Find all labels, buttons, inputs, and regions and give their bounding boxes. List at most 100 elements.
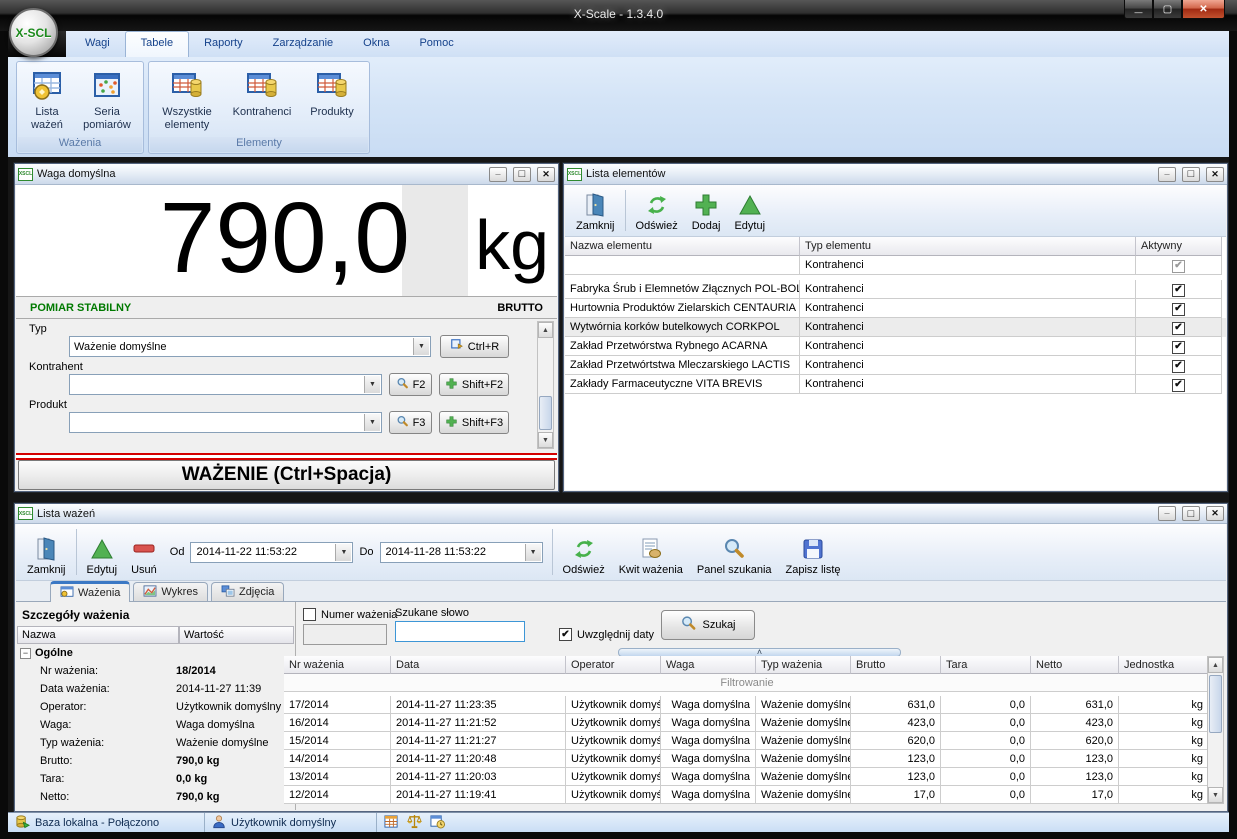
column-header[interactable]: Operator: [566, 656, 661, 674]
column-header[interactable]: Aktywny: [1136, 237, 1222, 256]
cell[interactable]: Ważenie domyślne: [756, 768, 851, 786]
weighings-window-titlebar[interactable]: XSCL Lista ważeń: [15, 504, 1227, 524]
filter-band[interactable]: Filtrowanie: [284, 674, 1210, 692]
column-header[interactable]: Jednostka: [1119, 656, 1209, 674]
column-header[interactable]: Tara: [941, 656, 1031, 674]
elements-window-titlebar[interactable]: XSCL Lista elementów: [564, 164, 1227, 185]
scroll-down-icon[interactable]: [1208, 787, 1223, 803]
filter-cell[interactable]: [1136, 256, 1222, 275]
table-row-selected[interactable]: Wytwórnia korków butelkowych CORKPOL Kon…: [565, 318, 1226, 337]
ribbon-tab-wagi[interactable]: Wagi: [70, 31, 125, 57]
cell[interactable]: kg: [1119, 696, 1209, 714]
checkbox-icon[interactable]: [1172, 341, 1185, 354]
scroll-up-icon[interactable]: [1208, 657, 1223, 673]
cell-type[interactable]: Kontrahenci: [800, 318, 1136, 337]
cell[interactable]: Waga domyślna: [661, 786, 756, 804]
cell[interactable]: 0,0: [941, 714, 1031, 732]
table-row[interactable]: 17/2014 2014-11-27 11:23:35 Użytkownik d…: [284, 696, 1210, 714]
checkbox-icon[interactable]: [1172, 360, 1185, 373]
checkbox-icon[interactable]: [1172, 322, 1185, 335]
chevron-down-icon[interactable]: [525, 544, 541, 561]
checkbox-icon[interactable]: [1172, 379, 1185, 392]
details-group-row[interactable]: Ogólne: [16, 644, 295, 662]
cell[interactable]: 620,0: [851, 732, 941, 750]
checkbox-icon[interactable]: [1172, 260, 1185, 273]
cell[interactable]: 2014-11-27 11:23:35: [391, 696, 566, 714]
include-dates-filter[interactable]: Uwzględnij daty: [559, 628, 654, 641]
cell[interactable]: Ważenie domyślne: [756, 786, 851, 804]
cell[interactable]: Ważenie domyślne: [756, 750, 851, 768]
minimize-button[interactable]: [1124, 0, 1153, 19]
close-button[interactable]: [537, 167, 555, 182]
cell[interactable]: Użytkownik domyśl: [566, 696, 661, 714]
scroll-up-icon[interactable]: [538, 322, 553, 338]
filter-cell[interactable]: [565, 256, 800, 275]
maximize-button[interactable]: [513, 167, 531, 182]
cell[interactable]: 631,0: [1031, 696, 1119, 714]
details-row[interactable]: Netto:790,0 kg: [16, 788, 295, 806]
ribbon-tab-tabele[interactable]: Tabele: [125, 31, 189, 57]
cell[interactable]: Waga domyślna: [661, 732, 756, 750]
column-header[interactable]: Typ elementu: [800, 237, 1136, 256]
cell[interactable]: 15/2014: [284, 732, 391, 750]
cell[interactable]: 13/2014: [284, 768, 391, 786]
close-button[interactable]: [1206, 167, 1224, 182]
cell-name[interactable]: Zakład Przetwórstwa Rybnego ACARNA: [565, 337, 800, 356]
number-input[interactable]: [303, 624, 387, 645]
ribbon-button-kontrahenci[interactable]: Kontrahenci: [223, 65, 301, 132]
details-row[interactable]: Operator:Użytkownik domyślny: [16, 698, 295, 716]
weigh-button[interactable]: WAŻENIE (Ctrl+Spacja): [18, 460, 555, 490]
cell-active[interactable]: [1136, 299, 1222, 318]
delete-button[interactable]: Usuń: [124, 526, 164, 578]
refresh-button[interactable]: Odśwież: [629, 187, 685, 234]
cell-name[interactable]: Zakład Przetwórtstwa Mleczarskiego LACTI…: [565, 356, 800, 375]
details-row[interactable]: Data ważenia:2014-11-27 11:39: [16, 680, 295, 698]
search-button[interactable]: Szukaj: [661, 610, 755, 640]
tab-wykres[interactable]: Wykres: [133, 582, 208, 601]
cell-type[interactable]: Kontrahenci: [800, 280, 1136, 299]
cell[interactable]: Ważenie domyślne: [756, 696, 851, 714]
close-list-button[interactable]: Zamknij: [20, 526, 73, 578]
cell[interactable]: 17/2014: [284, 696, 391, 714]
cell-name[interactable]: Hurtownia Produktów Zielarskich CENTAURI…: [565, 299, 800, 318]
cell[interactable]: 17,0: [851, 786, 941, 804]
produkt-combobox[interactable]: [69, 412, 382, 433]
table-row[interactable]: 12/2014 2014-11-27 11:19:41 Użytkownik d…: [284, 786, 1210, 804]
column-header[interactable]: Waga: [661, 656, 756, 674]
column-header[interactable]: Netto: [1031, 656, 1119, 674]
checkbox-icon[interactable]: [1172, 303, 1185, 316]
cell-type[interactable]: Kontrahenci: [800, 337, 1136, 356]
cell-name[interactable]: Fabryka Śrub i Elemnetów Złącznych POL-B…: [565, 280, 800, 299]
scale-icon[interactable]: [407, 814, 422, 832]
cell-active[interactable]: [1136, 280, 1222, 299]
chevron-down-icon[interactable]: [364, 414, 380, 431]
number-filter[interactable]: Numer ważenia: [303, 608, 397, 621]
cell[interactable]: 2014-11-27 11:21:52: [391, 714, 566, 732]
ribbon-button-wszystkie-elementy[interactable]: Wszystkie elementy: [151, 65, 223, 132]
table-clock-icon[interactable]: [430, 814, 445, 832]
column-header[interactable]: Brutto: [851, 656, 941, 674]
cell[interactable]: 423,0: [851, 714, 941, 732]
cell[interactable]: 16/2014: [284, 714, 391, 732]
cell[interactable]: Waga domyślna: [661, 750, 756, 768]
cell[interactable]: 14/2014: [284, 750, 391, 768]
cell[interactable]: Waga domyślna: [661, 768, 756, 786]
form-scrollbar[interactable]: [537, 321, 554, 449]
cell[interactable]: 423,0: [1031, 714, 1119, 732]
details-row[interactable]: Typ ważenia:Ważenie domyślne: [16, 734, 295, 752]
cell[interactable]: Ważenie domyślne: [756, 732, 851, 750]
ribbon-button-seria-pomiarow[interactable]: Seria pomiarów: [75, 65, 139, 132]
kontrahent-combobox[interactable]: [69, 374, 382, 395]
column-header[interactable]: Typ ważenia: [756, 656, 851, 674]
tab-zdjecia[interactable]: Zdjęcia: [211, 582, 284, 601]
edit-button[interactable]: Edytuj: [727, 187, 772, 234]
chevron-down-icon[interactable]: [413, 338, 429, 355]
search-panel-button[interactable]: Panel szukania: [690, 526, 779, 578]
scroll-down-icon[interactable]: [538, 432, 553, 448]
cell[interactable]: 631,0: [851, 696, 941, 714]
table-icon[interactable]: [384, 814, 399, 832]
cell-name[interactable]: Zakłady Farmaceutyczne VITA BREVIS: [565, 375, 800, 394]
date-from-picker[interactable]: 2014-11-22 11:53:22: [190, 542, 353, 563]
cell[interactable]: 2014-11-27 11:20:48: [391, 750, 566, 768]
cell[interactable]: Waga domyślna: [661, 714, 756, 732]
